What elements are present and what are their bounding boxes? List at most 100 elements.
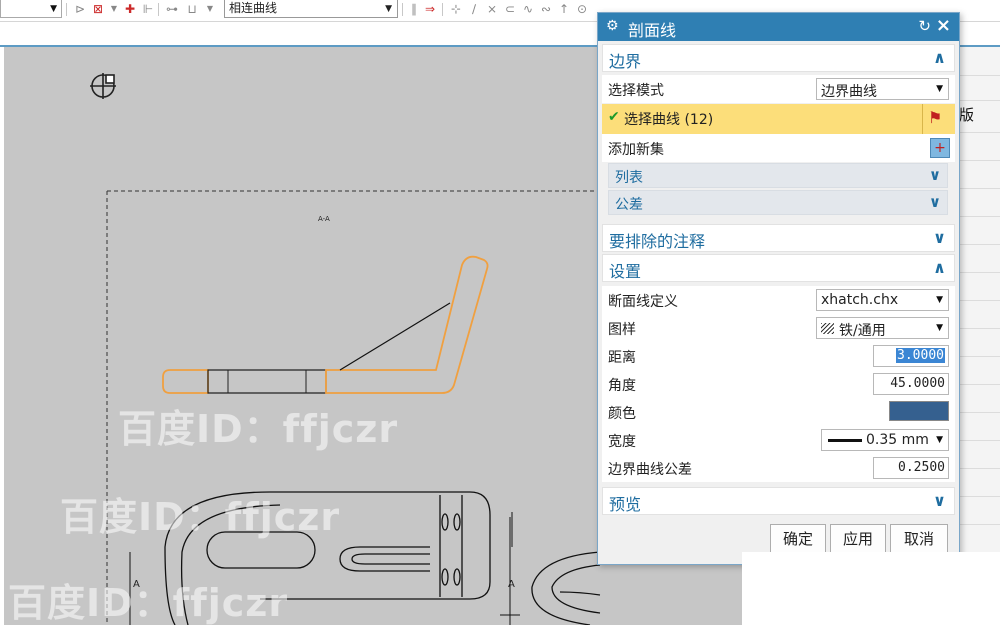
color-swatch[interactable]: [889, 401, 949, 421]
list-label: 列表: [615, 170, 643, 186]
chevron-down-icon: ∨: [928, 166, 941, 184]
arrow-up-icon[interactable]: ↑: [556, 2, 572, 16]
select-icon[interactable]: ⊩: [140, 2, 156, 16]
boundary-tolerance-row: 边界曲线公差 0.2500: [602, 454, 955, 482]
chevron-down-icon: ▼: [936, 295, 943, 305]
distance-input[interactable]: 3.0000: [873, 345, 949, 367]
distance-row: 距离 3.0000: [602, 342, 955, 370]
section-boundary-label: 边界: [609, 52, 642, 71]
section-view-geometry[interactable]: [162, 255, 489, 394]
filter-icon[interactable]: ⊳: [72, 2, 88, 16]
chevron-down-icon: ▼: [385, 4, 392, 14]
width-row: 宽度 0.35 mm ▼: [602, 426, 955, 454]
point-icon[interactable]: ✚: [122, 2, 138, 16]
select-mode-dropdown[interactable]: 边界曲线 ▼: [816, 78, 949, 100]
snap-icon[interactable]: ⊠: [90, 2, 106, 16]
select-mode-label: 选择模式: [608, 83, 664, 99]
part-iso-view[interactable]: [531, 551, 601, 625]
select-mode-value: 边界曲线: [821, 84, 877, 100]
chevron-down-icon[interactable]: ▼: [202, 2, 218, 16]
stop-icon[interactable]: ∥: [406, 2, 422, 16]
arc-icon[interactable]: ⊂: [502, 2, 518, 16]
curve-rule-dropdown[interactable]: 相连曲线 ▼: [224, 0, 398, 18]
add-set-icon[interactable]: +: [930, 138, 950, 158]
hatch-definition-dropdown[interactable]: xhatch.chx ▼: [816, 289, 949, 311]
section-boundary[interactable]: 边界 ∧: [602, 44, 955, 72]
chevron-down-icon: ∨: [933, 228, 946, 247]
chevron-down-icon: ∨: [928, 193, 941, 211]
close-icon[interactable]: ×: [936, 15, 951, 36]
watermark-text: 百度ID：ffjczr: [118, 407, 399, 451]
snap-point-icon[interactable]: ⊹: [448, 2, 464, 16]
select-curve-row[interactable]: ✔ 选择曲线 (12) ⚑: [602, 104, 955, 134]
pattern-label: 图样: [608, 322, 636, 338]
apply-button[interactable]: 应用: [830, 524, 886, 554]
curve-icon[interactable]: ∿: [520, 2, 536, 16]
watermark-text: 百度ID：ffjczr: [8, 581, 289, 625]
distance-value: 3.0000: [896, 348, 945, 363]
section-settings[interactable]: 设置 ∧: [602, 254, 955, 282]
section-settings-label: 设置: [609, 262, 642, 281]
color-label: 颜色: [608, 406, 636, 422]
list-subsection[interactable]: 列表 ∨: [608, 163, 948, 188]
section-exclude-annotations[interactable]: 要排除的注释 ∨: [602, 224, 955, 252]
feature-icon[interactable]: ⊶: [164, 2, 180, 16]
toolbar-separator: [66, 3, 67, 16]
hatch-dialog[interactable]: ⚙ 剖面线 ↻ × 边界 ∧ 选择模式 边界曲线 ▼ ✔ 选择曲线 (12) ⚑…: [597, 12, 960, 565]
chevron-up-icon: ∧: [933, 258, 946, 277]
chevron-down-icon: ▼: [50, 4, 57, 14]
width-value: 0.35 mm: [866, 432, 929, 448]
toolbar-separator: [442, 3, 443, 16]
nx-drafting-window: ▼ ⊳ ⊠ ▼ ✚ ⊩ ⊶ ⊔ ▼ 相连曲线 ▼ ∥ ⇒ ⊹ ∕ ⨯ ⊂ ∿ ∾…: [0, 0, 1000, 625]
angle-input[interactable]: 45.0000: [873, 373, 949, 395]
hatch-definition-value: xhatch.chx: [821, 292, 899, 308]
line-weight-icon: [828, 439, 862, 442]
circle-icon[interactable]: ⊙: [574, 2, 590, 16]
tolerance-subsection[interactable]: 公差 ∨: [608, 190, 948, 215]
section-exclude-label: 要排除的注释: [609, 232, 706, 251]
curve-rule-value: 相连曲线: [229, 1, 278, 15]
chevron-down-icon[interactable]: ▼: [106, 2, 122, 16]
cancel-button[interactable]: 取消: [890, 524, 948, 554]
tolerance-label: 公差: [615, 197, 643, 213]
watermark-text: 百度ID：ffjczr: [60, 495, 341, 539]
section-label-right: A: [508, 579, 515, 590]
width-dropdown[interactable]: 0.35 mm ▼: [821, 429, 949, 451]
add-new-set-row: 添加新集 +: [602, 134, 955, 162]
add-new-set-label: 添加新集: [608, 142, 664, 158]
ok-button[interactable]: 确定: [770, 524, 826, 554]
line-snap-icon[interactable]: ∕: [466, 2, 482, 16]
reset-icon[interactable]: ↻: [918, 17, 931, 35]
chevron-down-icon: ▼: [936, 84, 943, 94]
section-preview[interactable]: 预览 ∨: [602, 487, 955, 515]
toolbar-separator: [402, 3, 403, 16]
dialog-title: 剖面线: [628, 21, 677, 40]
boundary-tolerance-label: 边界曲线公差: [608, 462, 692, 478]
select-mode-row: 选择模式 边界曲线 ▼: [602, 75, 955, 103]
watermark-overlay: [742, 552, 1000, 625]
select-curve-label: 选择曲线 (12): [624, 112, 714, 128]
pattern-dropdown[interactable]: 铁/通用 ▼: [816, 317, 949, 339]
hatch-definition-label: 断面线定义: [608, 294, 678, 310]
end-point-icon[interactable]: ⨯: [484, 2, 500, 16]
chevron-up-icon: ∧: [933, 48, 946, 67]
dialog-title-bar[interactable]: ⚙ 剖面线 ↻ ×: [598, 13, 959, 41]
toolbar-separator: [158, 3, 159, 16]
check-icon: ✔: [608, 109, 620, 125]
boundary-tolerance-input[interactable]: 0.2500: [873, 457, 949, 479]
toolbar-dropdown-left[interactable]: ▼: [0, 0, 62, 18]
hatch-definition-row: 断面线定义 xhatch.chx ▼: [602, 286, 955, 314]
section-preview-label: 预览: [609, 495, 642, 514]
hatch-pattern-icon: [821, 323, 834, 334]
angle-row: 角度 45.0000: [602, 370, 955, 398]
distance-label: 距离: [608, 350, 636, 366]
flag-icon[interactable]: ⇒: [422, 2, 438, 16]
width-label: 宽度: [608, 434, 636, 450]
gear-icon: ⚙: [606, 18, 619, 34]
spline-icon[interactable]: ∾: [538, 2, 554, 16]
chevron-down-icon: ▼: [936, 435, 943, 445]
select-curve-icon[interactable]: ⚑: [928, 108, 942, 127]
view-label: A-A: [318, 215, 330, 223]
dimension-icon[interactable]: ⊔: [184, 2, 200, 16]
view-triad-icon[interactable]: [90, 73, 116, 99]
